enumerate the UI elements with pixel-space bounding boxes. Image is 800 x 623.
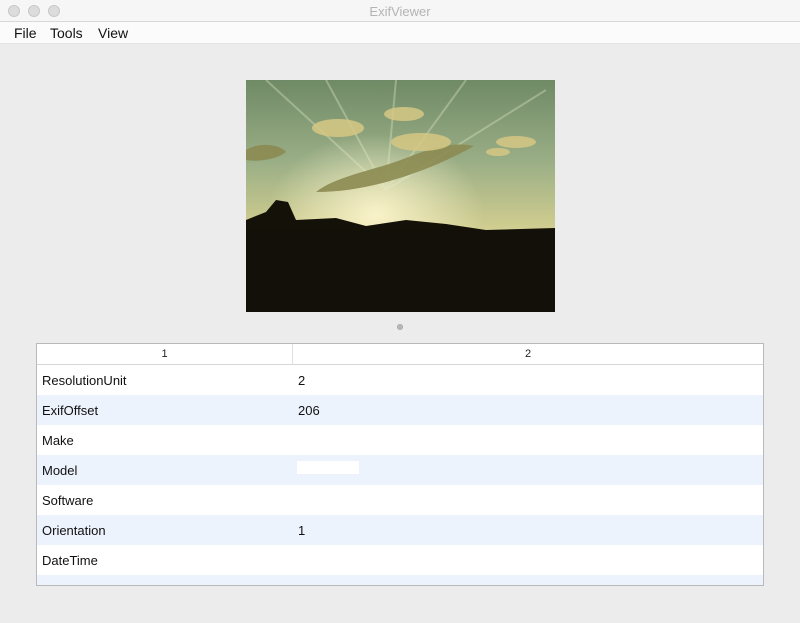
tag-value-cell: 1: [298, 523, 306, 538]
table-row[interactable]: DateTime: [37, 545, 763, 575]
title-bar: ExifViewer: [0, 0, 800, 22]
window-title: ExifViewer: [369, 4, 431, 19]
table-body[interactable]: ResolutionUnit 2 ExifOffset 206 Make Mod…: [37, 365, 763, 585]
tag-value-cell: 206: [298, 403, 320, 418]
tag-name-cell: Make: [42, 433, 74, 448]
table-row[interactable]: ExifOffset 206: [37, 395, 763, 425]
table-row[interactable]: Orientation 1: [37, 515, 763, 545]
tag-name-cell: ExifOffset: [42, 403, 99, 418]
column-header-2[interactable]: 2: [293, 344, 763, 365]
table-header: 1 2: [37, 344, 763, 365]
exif-table: 1 2 ResolutionUnit 2 ExifOffset 206 Make…: [36, 343, 764, 586]
table-row[interactable]: ResolutionUnit 2: [37, 365, 763, 395]
tag-name-cell: DateTime: [42, 553, 98, 568]
menu-bar: File Tools View: [0, 22, 800, 44]
column-header-1[interactable]: 1: [37, 344, 293, 365]
app-window: ExifViewer File Tools View 1 2 Resolutio…: [0, 0, 800, 623]
table-row[interactable]: Model: [37, 455, 763, 485]
tag-name-cell: Model: [42, 463, 78, 478]
tag-name-cell: Orientation: [42, 523, 106, 538]
tag-value-cell: 2: [298, 373, 306, 388]
table-row[interactable]: [37, 575, 763, 585]
tag-value-edit-field[interactable]: [297, 461, 359, 474]
table-row[interactable]: Software: [37, 485, 763, 515]
tag-name-cell: Software: [42, 493, 94, 508]
menu-view[interactable]: View: [98, 25, 128, 41]
image-preview: [246, 80, 555, 312]
menu-file[interactable]: File: [14, 25, 37, 41]
tag-name-cell: ResolutionUnit: [42, 373, 127, 388]
menu-tools[interactable]: Tools: [50, 25, 83, 41]
page-indicator-dot[interactable]: [397, 324, 403, 330]
table-row[interactable]: Make: [37, 425, 763, 455]
